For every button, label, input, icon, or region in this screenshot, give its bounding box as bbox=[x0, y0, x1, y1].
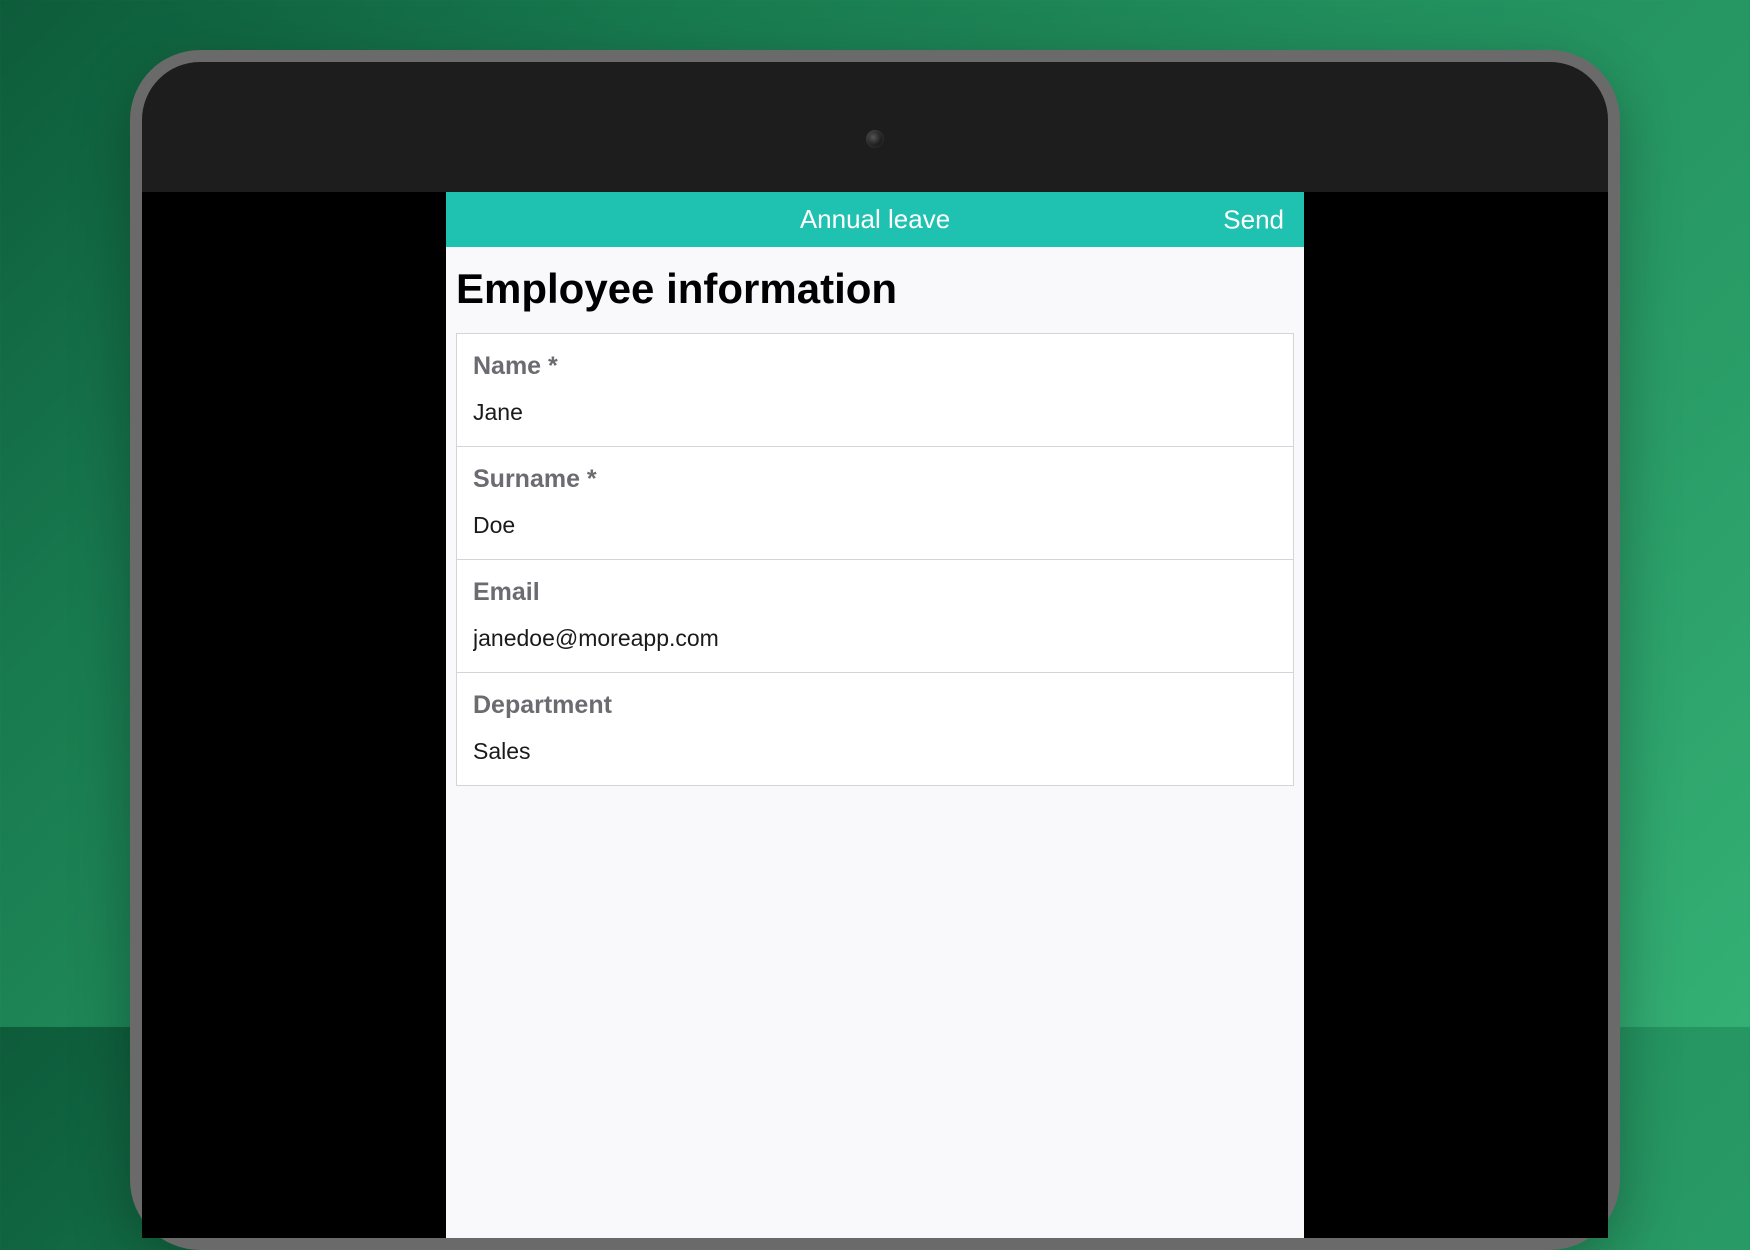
department-label: Department bbox=[473, 691, 1277, 720]
page-title: Annual leave bbox=[800, 204, 950, 235]
app-header: Annual leave Send bbox=[446, 192, 1304, 247]
surname-label: Surname * bbox=[473, 465, 1277, 494]
form-container: Name * Surname * Email bbox=[446, 333, 1304, 786]
app-viewport: Annual leave Send Employee information N… bbox=[446, 192, 1304, 1238]
department-input[interactable] bbox=[473, 738, 1277, 765]
email-field-row: Email bbox=[457, 560, 1293, 673]
email-input[interactable] bbox=[473, 625, 1277, 652]
tablet-screen: Annual leave Send Employee information N… bbox=[142, 192, 1608, 1238]
camera-icon bbox=[866, 130, 884, 148]
department-field-row: Department bbox=[457, 673, 1293, 785]
email-label: Email bbox=[473, 578, 1277, 607]
section-title: Employee information bbox=[446, 247, 1304, 333]
employee-form-card: Name * Surname * Email bbox=[456, 333, 1294, 786]
name-input[interactable] bbox=[473, 399, 1277, 426]
name-field-row: Name * bbox=[457, 334, 1293, 447]
send-button[interactable]: Send bbox=[1223, 204, 1284, 235]
surname-input[interactable] bbox=[473, 512, 1277, 539]
tablet-bezel: Annual leave Send Employee information N… bbox=[142, 62, 1608, 1238]
surname-field-row: Surname * bbox=[457, 447, 1293, 560]
name-label: Name * bbox=[473, 352, 1277, 381]
tablet-device-frame: Annual leave Send Employee information N… bbox=[130, 50, 1620, 1250]
